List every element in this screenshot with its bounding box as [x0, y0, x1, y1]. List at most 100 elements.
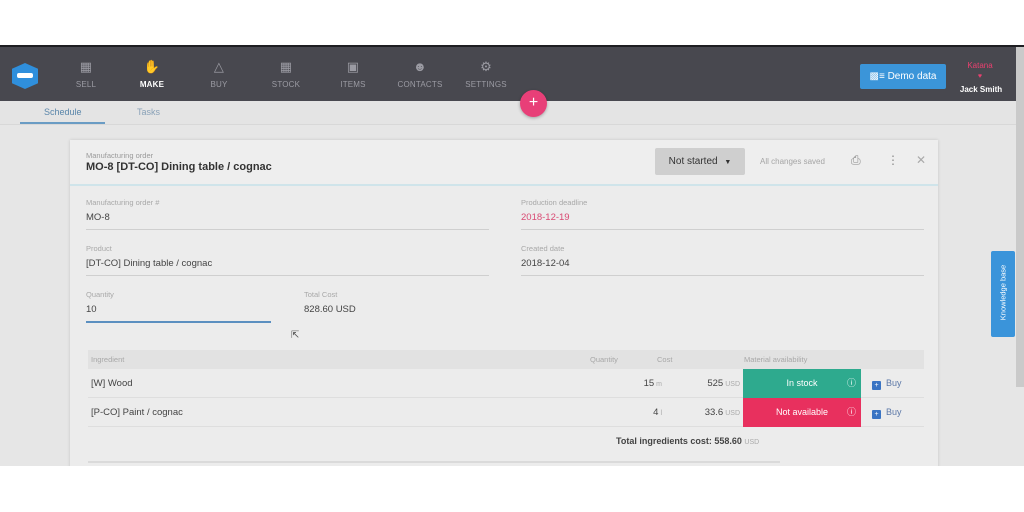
field-label: Quantity	[86, 290, 114, 299]
nav-label: SETTINGS	[465, 80, 507, 89]
demo-data-button[interactable]: ▩≡ Demo data	[860, 64, 946, 89]
table-row[interactable]: [P-CO] Paint / cognac 4l 33.6 USD Not ava…	[88, 398, 924, 427]
field-underline	[86, 229, 489, 230]
save-status: All changes saved	[760, 157, 825, 166]
qty-unit: m	[656, 381, 662, 388]
field-value[interactable]: 10	[86, 304, 271, 317]
tab-tasks[interactable]: Tasks	[137, 107, 160, 117]
info-icon[interactable]: ⓘ	[847, 398, 856, 427]
buy-button[interactable]: + Buy	[872, 378, 902, 390]
basket-icon: △	[213, 59, 225, 74]
tab-schedule[interactable]: Schedule	[44, 107, 82, 117]
store-icon: ▦	[79, 59, 93, 74]
active-tab-indicator	[20, 122, 105, 124]
ingredient-name[interactable]: [W] Wood	[91, 378, 133, 389]
info-icon[interactable]: ⓘ	[847, 369, 856, 398]
header-ingredient[interactable]: Ingredient	[91, 355, 124, 364]
field-label: Created date	[521, 244, 565, 253]
trash-icon: ▩≡	[869, 71, 888, 82]
buy-button[interactable]: + Buy	[872, 407, 902, 419]
created-date-field[interactable]: Created date 2018-12-04	[521, 244, 924, 276]
cost-value: 33.6	[704, 407, 724, 418]
nav-label: SELL	[75, 80, 97, 89]
ingredient-name[interactable]: [P-CO] Paint / cognac	[91, 407, 183, 418]
close-icon[interactable]: ✕	[916, 153, 926, 167]
ingredients-table: Ingredient Quantity Cost Material availa…	[88, 350, 924, 427]
field-underline	[86, 321, 271, 323]
field-value: [DT-CO] Dining table / cognac	[86, 258, 213, 269]
header-quantity[interactable]: Quantity	[590, 355, 618, 364]
top-navigation: ▦ SELL ✋ MAKE △ BUY ▦ STOCK ▣ ITEMS ☻ CO…	[0, 47, 1016, 101]
nav-label: STOCK	[271, 80, 301, 89]
field-underline	[521, 229, 924, 230]
field-value: 2018-12-19	[521, 212, 570, 223]
order-title: MO-8 [DT-CO] Dining table / cognac	[86, 161, 272, 173]
user-name[interactable]: Jack Smith	[950, 85, 1012, 94]
availability-label: In stock	[786, 378, 818, 388]
total-ingredients-cost: Total ingredients cost: 558.60 USD	[616, 436, 759, 446]
nav-settings[interactable]: ⚙ SETTINGS	[451, 59, 521, 89]
field-underline	[86, 275, 489, 276]
ingredient-quantity[interactable]: 4l	[653, 407, 662, 418]
order-caption: Manufacturing order	[86, 151, 154, 160]
status-dropdown[interactable]: Not started ▼	[655, 148, 745, 175]
field-value: MO-8	[86, 212, 110, 223]
nav-label: ITEMS	[340, 80, 366, 89]
company-name[interactable]: Katana	[955, 61, 1005, 70]
print-icon[interactable]: ⎙	[851, 153, 861, 168]
add-button[interactable]: +	[520, 90, 547, 117]
field-value: 828.60 USD	[304, 304, 356, 315]
nav-label: BUY	[210, 80, 228, 89]
vertical-scrollbar[interactable]	[1016, 47, 1024, 387]
availability-badge[interactable]: In stock ⓘ	[743, 369, 861, 398]
divider	[88, 461, 780, 463]
add-purchase-icon: +	[872, 410, 881, 419]
knowledge-base-label: Knowledge base	[998, 264, 1008, 321]
card-header: Manufacturing order MO-8 [DT-CO] Dining …	[70, 140, 938, 186]
availability-label: Not available	[775, 407, 829, 417]
ingredient-cost: 525 USD	[707, 378, 740, 389]
quantity-input[interactable]: Quantity 10	[86, 290, 271, 323]
app-window: ▦ SELL ✋ MAKE △ BUY ▦ STOCK ▣ ITEMS ☻ CO…	[0, 45, 1024, 466]
ticket-icon: ▣	[346, 59, 360, 74]
cost-value: 525	[707, 378, 724, 389]
availability-badge[interactable]: Not available ⓘ	[743, 398, 861, 427]
nav-label: CONTACTS	[397, 80, 443, 89]
mo-number-field[interactable]: Manufacturing order # MO-8	[86, 198, 489, 230]
mouse-pointer-icon: ⇱	[291, 330, 300, 341]
nav-make[interactable]: ✋ MAKE	[117, 59, 187, 89]
buy-label: Buy	[886, 407, 902, 417]
table-row[interactable]: [W] Wood 15 m 525 USD In stock ⓘ + Buy	[88, 369, 924, 398]
production-deadline-field[interactable]: Production deadline 2018-12-19	[521, 198, 924, 230]
grid-icon: ▦	[279, 59, 293, 74]
header-availability[interactable]: Material availability	[744, 355, 807, 364]
nav-contacts[interactable]: ☻ CONTACTS	[385, 59, 455, 89]
field-underline	[521, 275, 924, 276]
heart-icon: ♥	[977, 73, 983, 80]
qty-value: 4	[653, 407, 659, 418]
status-label: Not started	[668, 156, 718, 167]
nav-buy[interactable]: △ BUY	[184, 59, 254, 89]
field-label: Manufacturing order #	[86, 198, 160, 207]
cost-currency: USD	[725, 410, 740, 417]
cost-currency: USD	[725, 381, 740, 388]
nav-stock[interactable]: ▦ STOCK	[251, 59, 321, 89]
nav-sell[interactable]: ▦ SELL	[51, 59, 121, 89]
people-icon: ☻	[413, 59, 427, 74]
caret-down-icon: ▼	[724, 159, 732, 166]
add-purchase-icon: +	[872, 381, 881, 390]
more-vert-icon[interactable]: ⋮	[887, 153, 899, 167]
product-field[interactable]: Product [DT-CO] Dining table / cognac	[86, 244, 489, 276]
buy-label: Buy	[886, 378, 902, 388]
field-label: Product	[86, 244, 112, 253]
qty-value: 15	[643, 378, 655, 389]
nav-items[interactable]: ▣ ITEMS	[318, 59, 388, 89]
knowledge-base-button[interactable]: Knowledge base	[991, 251, 1015, 337]
katana-logo-icon[interactable]	[12, 63, 38, 89]
nav-label: MAKE	[139, 80, 165, 89]
table-header: Ingredient Quantity Cost Material availa…	[88, 350, 924, 369]
field-value: 2018-12-04	[521, 258, 570, 269]
total-cost-field: Total Cost 828.60 USD	[304, 290, 424, 317]
ingredient-quantity[interactable]: 15 m	[644, 378, 662, 389]
header-cost[interactable]: Cost	[657, 355, 672, 364]
